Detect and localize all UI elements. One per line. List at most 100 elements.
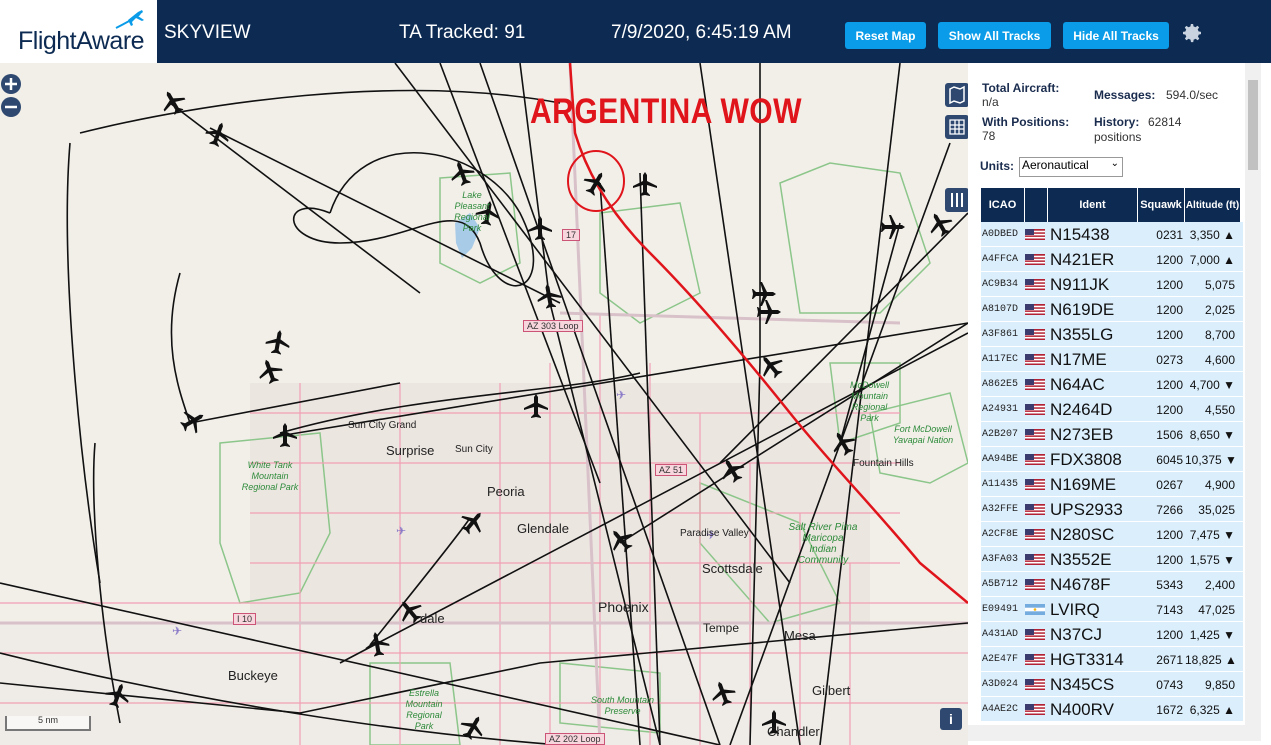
icao-cell: A11435 <box>982 479 1019 490</box>
aircraft-marker-icon[interactable] <box>717 455 747 485</box>
aircraft-marker-icon[interactable] <box>525 213 555 243</box>
zoom-in-button[interactable] <box>0 73 22 95</box>
table-row[interactable]: A11435 N169ME 0267 4,900 <box>981 472 1243 497</box>
columns-toggle-button[interactable] <box>945 188 968 212</box>
col-altitude[interactable]: Altitude (ft) <box>1185 188 1240 222</box>
reset-map-button[interactable]: Reset Map <box>845 22 926 49</box>
aircraft-marker-icon[interactable] <box>828 428 858 458</box>
map-view[interactable]: ✈ ✈ ✈ ✈ <box>0 63 968 745</box>
col-squawk[interactable]: Squawk <box>1138 188 1184 222</box>
messages-label: Messages: <box>1094 88 1156 102</box>
aircraft-marker-icon[interactable] <box>447 158 477 188</box>
table-row[interactable]: A3F861 N355LG 1200 8,700 <box>981 322 1243 347</box>
aircraft-marker-icon[interactable] <box>458 507 488 537</box>
table-row[interactable]: A2B207 N273EB 1506 8,650 ▼ <box>981 422 1243 447</box>
ident-cell: N355LG <box>1050 325 1114 344</box>
aircraft-marker-icon[interactable] <box>606 525 636 555</box>
col-icao[interactable]: ICAO <box>981 188 1024 222</box>
table-row[interactable]: A4AE2C N400RV 1672 6,325 ▲ <box>981 697 1243 722</box>
city-sun-city: Sun City <box>455 444 493 455</box>
aircraft-marker-icon[interactable] <box>255 356 285 386</box>
altitude-cell: 3,350 ▲ <box>1189 228 1235 242</box>
ident-cell: N400RV <box>1050 700 1114 719</box>
table-row[interactable]: A431AD N37CJ 1200 1,425 ▼ <box>981 622 1243 647</box>
aircraft-marker-icon[interactable] <box>203 119 233 149</box>
aircraft-marker-icon[interactable] <box>178 406 208 436</box>
table-row[interactable]: AA94BE FDX3808 6045 10,375 ▼ <box>981 447 1243 472</box>
us-flag-icon <box>1025 529 1045 540</box>
us-flag-icon <box>1025 254 1045 265</box>
with-positions-label: With Positions: <box>982 115 1070 129</box>
table-row[interactable]: A862E5 N64AC 1200 4,700 ▼ <box>981 372 1243 397</box>
aircraft-marker-icon[interactable] <box>756 351 786 381</box>
city-chandler: Chandler <box>767 724 820 739</box>
aircraft-marker-icon[interactable] <box>270 420 300 450</box>
aircraft-marker-icon[interactable] <box>630 169 660 199</box>
aircraft-marker-icon[interactable] <box>581 168 611 198</box>
table-row[interactable]: E09491 LVIRQ 7143 47,025 <box>981 597 1243 622</box>
aircraft-marker-icon[interactable] <box>362 629 392 659</box>
history-unit: positions <box>1094 130 1142 144</box>
icao-cell: A3D024 <box>982 679 1019 690</box>
park-lake-pleasant: Lake Pleasant Regional Park <box>454 190 490 233</box>
icao-cell: A8107D <box>982 304 1019 315</box>
aircraft-marker-icon[interactable] <box>458 712 488 742</box>
us-flag-icon <box>1025 654 1045 665</box>
table-row[interactable]: A5B712 N4678F 5343 2,400 <box>981 572 1243 597</box>
us-flag-icon <box>1025 679 1045 690</box>
ident-cell: N619DE <box>1050 300 1115 319</box>
table-row[interactable]: AC9B34 N911JK 1200 5,075 <box>981 272 1243 297</box>
icao-cell: A3F861 <box>982 329 1019 340</box>
aircraft-marker-icon[interactable] <box>925 209 955 239</box>
units-select[interactable]: Aeronautical ⌄ <box>1019 157 1123 177</box>
table-row[interactable]: A3FA03 N3552E 1200 1,575 ▼ <box>981 547 1243 572</box>
city-avondale: dale <box>420 611 445 626</box>
aircraft-marker-icon[interactable] <box>263 327 293 357</box>
col-ident[interactable]: Ident <box>1048 188 1137 222</box>
squawk-cell: 0743 <box>1156 678 1183 692</box>
map-layers-button[interactable] <box>945 83 968 107</box>
table-row[interactable]: A8107D N619DE 1200 2,025 <box>981 297 1243 322</box>
aircraft-marker-icon[interactable] <box>521 391 551 421</box>
info-button[interactable]: i <box>940 708 962 730</box>
gear-icon[interactable] <box>1180 21 1204 45</box>
table-row[interactable]: A0DBED N15438 0231 3,350 ▲ <box>981 222 1243 247</box>
icao-cell: A32FFE <box>982 504 1019 515</box>
aircraft-marker-icon[interactable] <box>534 281 564 311</box>
table-row[interactable]: A2E47F HGT3314 2671 18,825 ▲ <box>981 647 1243 672</box>
altitude-cell: 47,025 <box>1198 603 1235 617</box>
map-canvas[interactable]: ✈✈✈✈ <box>0 63 968 745</box>
squawk-cell: 1200 <box>1156 378 1183 392</box>
table-row[interactable]: A3D024 N345CS 0743 9,850 <box>981 672 1243 697</box>
table-row[interactable]: A2CF8E N280SC 1200 7,475 ▼ <box>981 522 1243 547</box>
show-all-tracks-button[interactable]: Show All Tracks <box>938 22 1051 49</box>
city-peoria: Peoria <box>487 484 525 499</box>
aircraft-marker-icon[interactable] <box>754 297 784 327</box>
squawk-cell: 2671 <box>1156 653 1183 667</box>
aircraft-marker-icon[interactable] <box>103 680 133 710</box>
grid-icon <box>949 119 965 135</box>
svg-text:✈: ✈ <box>396 524 406 538</box>
zoom-out-button[interactable] <box>0 96 22 118</box>
table-row[interactable]: A117EC N17ME 0273 4,600 <box>981 347 1243 372</box>
table-row[interactable]: A24931 N2464D 1200 4,550 <box>981 397 1243 422</box>
ident-cell: N345CS <box>1050 675 1115 694</box>
scrollbar-thumb[interactable] <box>1248 80 1258 170</box>
aircraft-marker-icon[interactable] <box>878 212 908 242</box>
app-title: SKYVIEW <box>164 22 251 43</box>
ident-cell: N64AC <box>1050 375 1105 394</box>
icao-cell: A2B207 <box>982 429 1019 440</box>
us-flag-icon <box>1025 704 1045 715</box>
hide-all-tracks-button[interactable]: Hide All Tracks <box>1063 22 1169 49</box>
park-salt-river: Salt River Pima Maricopa Indian Communit… <box>788 522 858 566</box>
aircraft-marker-icon[interactable] <box>708 678 738 708</box>
horizontal-scrollbar[interactable] <box>968 725 1261 741</box>
table-row[interactable]: A4FFCA N421ER 1200 7,000 ▲ <box>981 247 1243 272</box>
aircraft-marker-icon[interactable] <box>158 87 188 117</box>
with-positions-value: 78 <box>982 129 996 143</box>
us-flag-icon <box>1025 629 1045 640</box>
flightaware-logo[interactable]: FlightAware <box>0 0 157 63</box>
table-row[interactable]: A32FFE UPS2933 7266 35,025 <box>981 497 1243 522</box>
grid-toggle-button[interactable] <box>945 115 968 139</box>
altitude-cell: 2,400 <box>1204 578 1235 592</box>
